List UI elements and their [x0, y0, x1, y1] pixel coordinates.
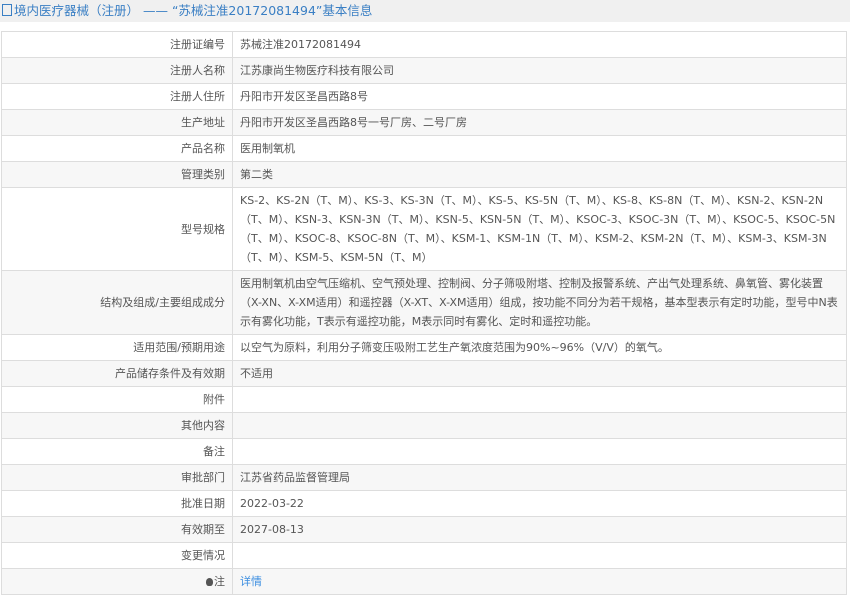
field-value: 医用制氧机: [232, 135, 847, 162]
table-row: 附件: [1, 386, 847, 413]
table-row: 其他内容: [1, 412, 847, 439]
table-row: 型号规格 KS-2、KS-2N（T、M）、KS-3、KS-3N（T、M）、KS-5…: [1, 187, 847, 271]
info-table: 注册证编号 苏械注准20172081494 注册人名称 江苏康尚生物医疗科技有限公司注…: [1, 31, 847, 595]
field-label: 管理类别: [1, 161, 233, 188]
table-row: 注册人住所 丹阳市开发区圣昌西路8号: [1, 83, 847, 110]
field-value: 2027-08-13: [232, 516, 847, 543]
field-label: 备注: [1, 438, 233, 465]
note-label: 注: [1, 568, 233, 595]
field-label: 生产地址: [1, 109, 233, 136]
field-value: 2022-03-22: [232, 490, 847, 517]
field-label: 产品名称: [1, 135, 233, 162]
page-title-text: 境内医疗器械（注册） —— “苏械注准20172081494”基本信息: [14, 3, 373, 18]
field-value: 江苏康尚生物医疗科技有限公司: [232, 57, 847, 84]
field-value: KS-2、KS-2N（T、M）、KS-3、KS-3N（T、M）、KS-5、KS-…: [232, 187, 847, 271]
field-value: 江苏省药品监督管理局: [232, 464, 847, 491]
table-row: 注册证编号 苏械注准20172081494: [1, 31, 847, 58]
table-row: 管理类别 第二类: [1, 161, 847, 188]
table-row: 备注: [1, 438, 847, 465]
field-label: 其他内容: [1, 412, 233, 439]
field-value: 第二类: [232, 161, 847, 188]
field-label: 产品储存条件及有效期: [1, 360, 233, 387]
note-value: 详情: [232, 568, 847, 595]
field-label: 注册人住所: [1, 83, 233, 110]
field-label: 批准日期: [1, 490, 233, 517]
table-row: 审批部门 江苏省药品监督管理局: [1, 464, 847, 491]
table-row: 变更情况: [1, 542, 847, 569]
table-row: 产品名称 医用制氧机: [1, 135, 847, 162]
table-row: 有效期至 2027-08-13: [1, 516, 847, 543]
field-label: 注册人名称: [1, 57, 233, 84]
details-link[interactable]: 详情: [240, 575, 262, 588]
field-value: 丹阳市开发区圣昌西路8号一号厂房、二号厂房: [232, 109, 847, 136]
field-label: 适用范围/预期用途: [1, 334, 233, 361]
field-label: 型号规格: [1, 187, 233, 271]
page-title: 境内医疗器械（注册） —— “苏械注准20172081494”基本信息: [0, 0, 850, 22]
field-value: 医用制氧机由空气压缩机、空气预处理、控制阀、分子筛吸附塔、控制及报警系统、产出气…: [232, 270, 847, 335]
note-label-text: 注: [214, 575, 225, 588]
field-value: 丹阳市开发区圣昌西路8号: [232, 83, 847, 110]
field-label: 结构及组成/主要组成成分: [1, 270, 233, 335]
field-value: [232, 412, 847, 439]
table-row: 产品储存条件及有效期 不适用: [1, 360, 847, 387]
document-icon: [2, 4, 12, 16]
field-value: 苏械注准20172081494: [232, 31, 847, 58]
bulb-icon: [206, 578, 213, 586]
field-value: [232, 438, 847, 465]
field-label: 审批部门: [1, 464, 233, 491]
field-value: 不适用: [232, 360, 847, 387]
field-value: [232, 542, 847, 569]
field-label: 变更情况: [1, 542, 233, 569]
table-row: 批准日期 2022-03-22: [1, 490, 847, 517]
table-row: 生产地址 丹阳市开发区圣昌西路8号一号厂房、二号厂房: [1, 109, 847, 136]
table-row-note: 注 详情: [1, 568, 847, 595]
table-row: 结构及组成/主要组成成分 医用制氧机由空气压缩机、空气预处理、控制阀、分子筛吸附塔…: [1, 270, 847, 335]
table-row: 适用范围/预期用途 以空气为原料，利用分子筛变压吸附工艺生产氧浓度范围为90%~9…: [1, 334, 847, 361]
field-value: 以空气为原料，利用分子筛变压吸附工艺生产氧浓度范围为90%~96%（V/V）的氧…: [232, 334, 847, 361]
table-row: 注册人名称 江苏康尚生物医疗科技有限公司: [1, 57, 847, 84]
field-label: 有效期至: [1, 516, 233, 543]
field-value: [232, 386, 847, 413]
field-label: 附件: [1, 386, 233, 413]
field-label: 注册证编号: [1, 31, 233, 58]
